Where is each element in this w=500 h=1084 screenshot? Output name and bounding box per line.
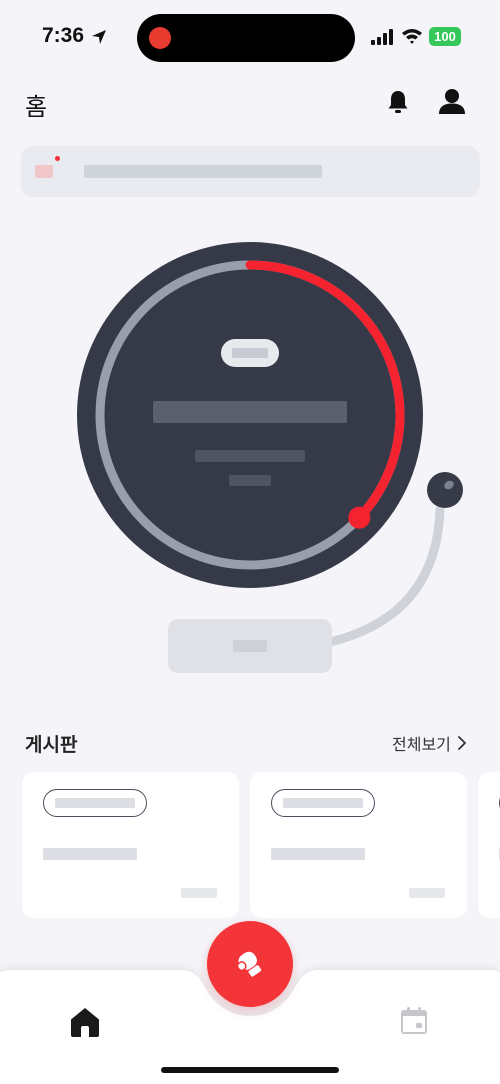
board-section-title: 게시판 bbox=[25, 734, 78, 756]
status-time: 7:36 bbox=[42, 24, 85, 47]
cellular-signal-icon bbox=[371, 29, 393, 45]
notice-icon-placeholder bbox=[35, 165, 53, 178]
dial-status-pill bbox=[221, 339, 279, 367]
card-category-chip bbox=[43, 789, 147, 817]
home-screen: 7:36 100 홈 게시판 전체보기 bbox=[0, 0, 500, 1084]
home-icon[interactable] bbox=[68, 1005, 102, 1039]
dial-base-label-placeholder bbox=[233, 640, 267, 652]
dial-caption-placeholder bbox=[229, 475, 271, 486]
dial-status-placeholder bbox=[232, 348, 268, 358]
progress-arc bbox=[245, 260, 405, 523]
timer-widget bbox=[0, 220, 500, 690]
notice-badge-dot bbox=[55, 156, 60, 161]
status-bar: 7:36 100 bbox=[0, 0, 500, 76]
recording-indicator bbox=[149, 27, 171, 49]
dial-knob[interactable] bbox=[427, 472, 463, 508]
card-category-placeholder bbox=[283, 798, 363, 808]
calendar-icon[interactable] bbox=[398, 1005, 430, 1037]
timer-dial[interactable] bbox=[77, 242, 423, 588]
card-category-placeholder bbox=[55, 798, 135, 808]
person-icon[interactable] bbox=[436, 86, 468, 118]
board-card-list bbox=[0, 772, 500, 920]
board-card[interactable] bbox=[22, 772, 239, 918]
fab-glyph bbox=[236, 951, 262, 977]
see-all-label: 전체보기 bbox=[392, 735, 451, 754]
battery-indicator: 100 bbox=[429, 27, 461, 46]
home-indicator bbox=[161, 1067, 339, 1073]
board-card[interactable] bbox=[250, 772, 467, 918]
card-meta-placeholder bbox=[181, 888, 217, 898]
dial-time-placeholder bbox=[153, 401, 347, 423]
dial-subtitle-placeholder bbox=[195, 450, 305, 462]
location-arrow-icon bbox=[92, 30, 106, 44]
dial-base bbox=[168, 619, 332, 673]
card-title-placeholder bbox=[43, 848, 137, 860]
notice-banner[interactable] bbox=[21, 146, 480, 197]
boxing-glove-icon[interactable] bbox=[207, 921, 293, 1007]
dynamic-island bbox=[137, 14, 355, 62]
chevron-right-icon bbox=[457, 736, 466, 750]
card-title-placeholder bbox=[271, 848, 365, 860]
bell-icon[interactable] bbox=[384, 88, 412, 116]
page-title: 홈 bbox=[25, 93, 48, 121]
card-meta-placeholder bbox=[409, 888, 445, 898]
board-card[interactable] bbox=[478, 772, 500, 918]
card-category-chip bbox=[271, 789, 375, 817]
see-all-link[interactable]: 전체보기 bbox=[392, 731, 467, 755]
notice-text-placeholder bbox=[84, 165, 322, 178]
progress-handle bbox=[348, 506, 371, 529]
wifi-icon bbox=[402, 29, 422, 44]
